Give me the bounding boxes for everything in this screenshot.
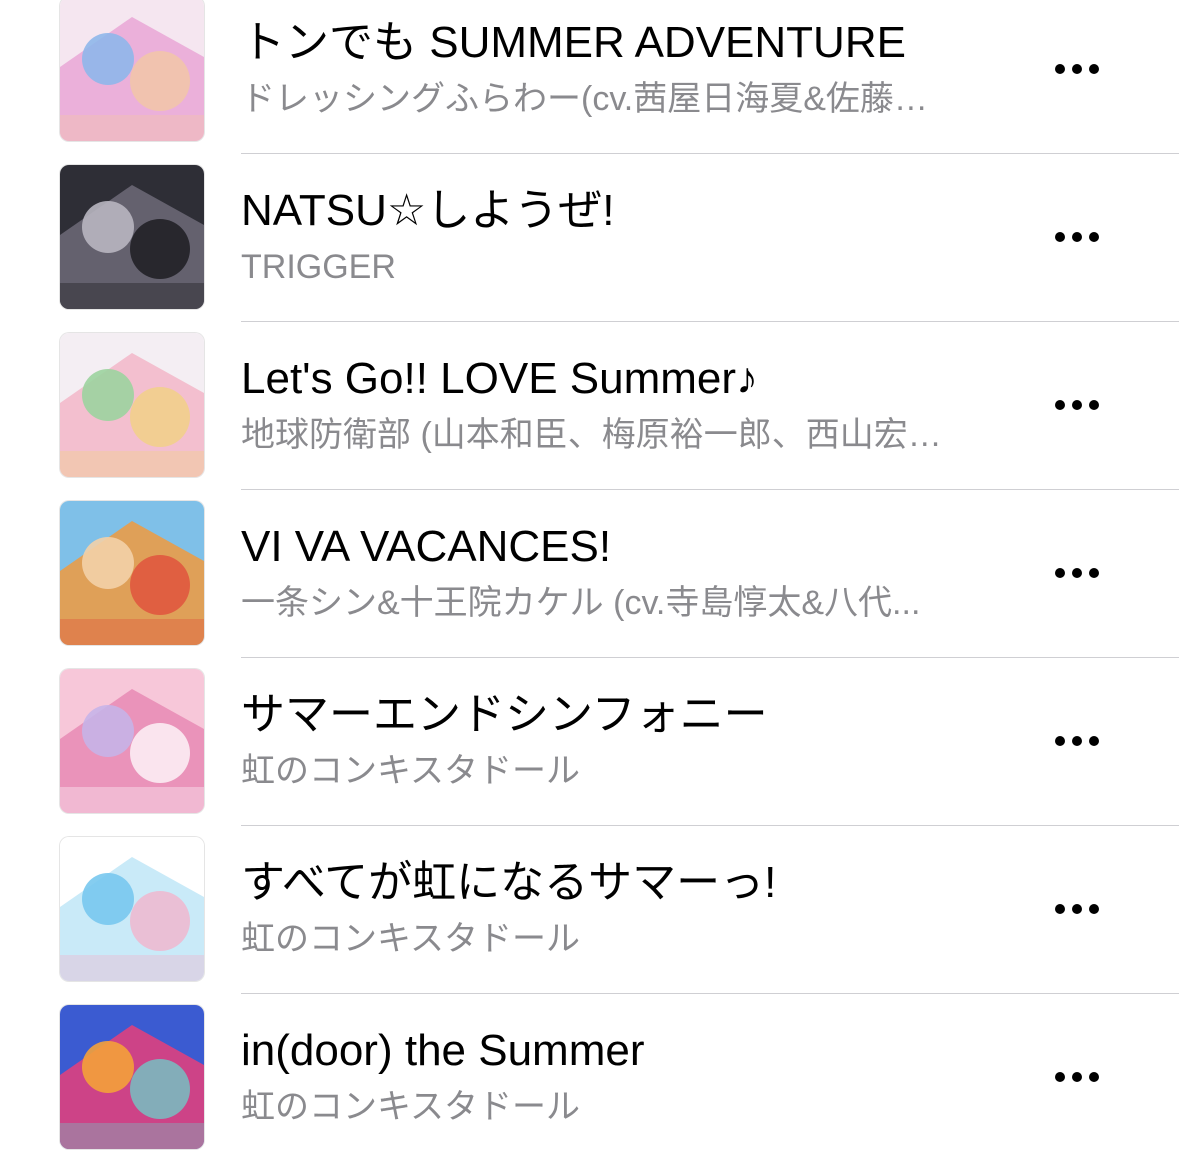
album-art-icon[interactable] [60, 165, 204, 309]
row-separator [241, 321, 1179, 322]
song-artist: 虹のコンキスタドール [241, 1088, 580, 1126]
ellipsis-icon[interactable] [1043, 883, 1111, 935]
song-row[interactable]: in(door) the Summer 虹のコンキスタドール [0, 1005, 1179, 1173]
song-row[interactable]: NATSU☆しようぜ! TRIGGER [0, 165, 1179, 333]
song-row[interactable]: トンでも SUMMER ADVENTURE ドレッシングふらわー(cv.茜屋日海… [0, 0, 1179, 165]
album-art-icon[interactable] [60, 1005, 204, 1149]
song-title: トンでも SUMMER ADVENTURE [241, 18, 906, 67]
song-list: トンでも SUMMER ADVENTURE ドレッシングふらわー(cv.茜屋日海… [0, 0, 1179, 1154]
song-artist: 虹のコンキスタドール [241, 920, 580, 958]
song-title: VI VA VACANCES! [241, 522, 612, 571]
ellipsis-icon[interactable] [1043, 547, 1111, 599]
ellipsis-icon[interactable] [1043, 211, 1111, 263]
song-row[interactable]: すべてが虹になるサマーっ! 虹のコンキスタドール [0, 837, 1179, 1005]
album-art-icon[interactable] [60, 837, 204, 981]
song-artist: 一条シン&十王院カケル (cv.寺島惇太&八代... [241, 584, 921, 622]
song-row[interactable]: VI VA VACANCES! 一条シン&十王院カケル (cv.寺島惇太&八代.… [0, 501, 1179, 669]
row-separator [241, 993, 1179, 994]
ellipsis-icon[interactable] [1043, 715, 1111, 767]
row-separator [241, 489, 1179, 490]
song-artist: TRIGGER [241, 248, 396, 286]
row-separator [241, 153, 1179, 154]
song-title: サマーエンドシンフォニー [241, 690, 768, 739]
song-artist: ドレッシングふらわー(cv.茜屋日海夏&佐藤… [241, 80, 928, 118]
song-title: すべてが虹になるサマーっ! [241, 858, 777, 907]
album-art-icon[interactable] [60, 0, 204, 141]
song-artist: 虹のコンキスタドール [241, 752, 580, 790]
song-row[interactable]: サマーエンドシンフォニー 虹のコンキスタドール [0, 669, 1179, 837]
ellipsis-icon[interactable] [1043, 379, 1111, 431]
album-art-icon[interactable] [60, 669, 204, 813]
row-separator [241, 657, 1179, 658]
row-separator [241, 825, 1179, 826]
ellipsis-icon[interactable] [1043, 1051, 1111, 1103]
song-title: Let's Go!! LOVE Summer♪ [241, 354, 759, 403]
song-artist: 地球防衛部 (山本和臣、梅原裕一郎、西山宏… [241, 416, 942, 454]
album-art-icon[interactable] [60, 501, 204, 645]
song-title: in(door) the Summer [241, 1026, 645, 1075]
song-row[interactable]: Let's Go!! LOVE Summer♪ 地球防衛部 (山本和臣、梅原裕一… [0, 333, 1179, 501]
album-art-icon[interactable] [60, 333, 204, 477]
ellipsis-icon[interactable] [1043, 43, 1111, 95]
song-title: NATSU☆しようぜ! [241, 186, 615, 235]
